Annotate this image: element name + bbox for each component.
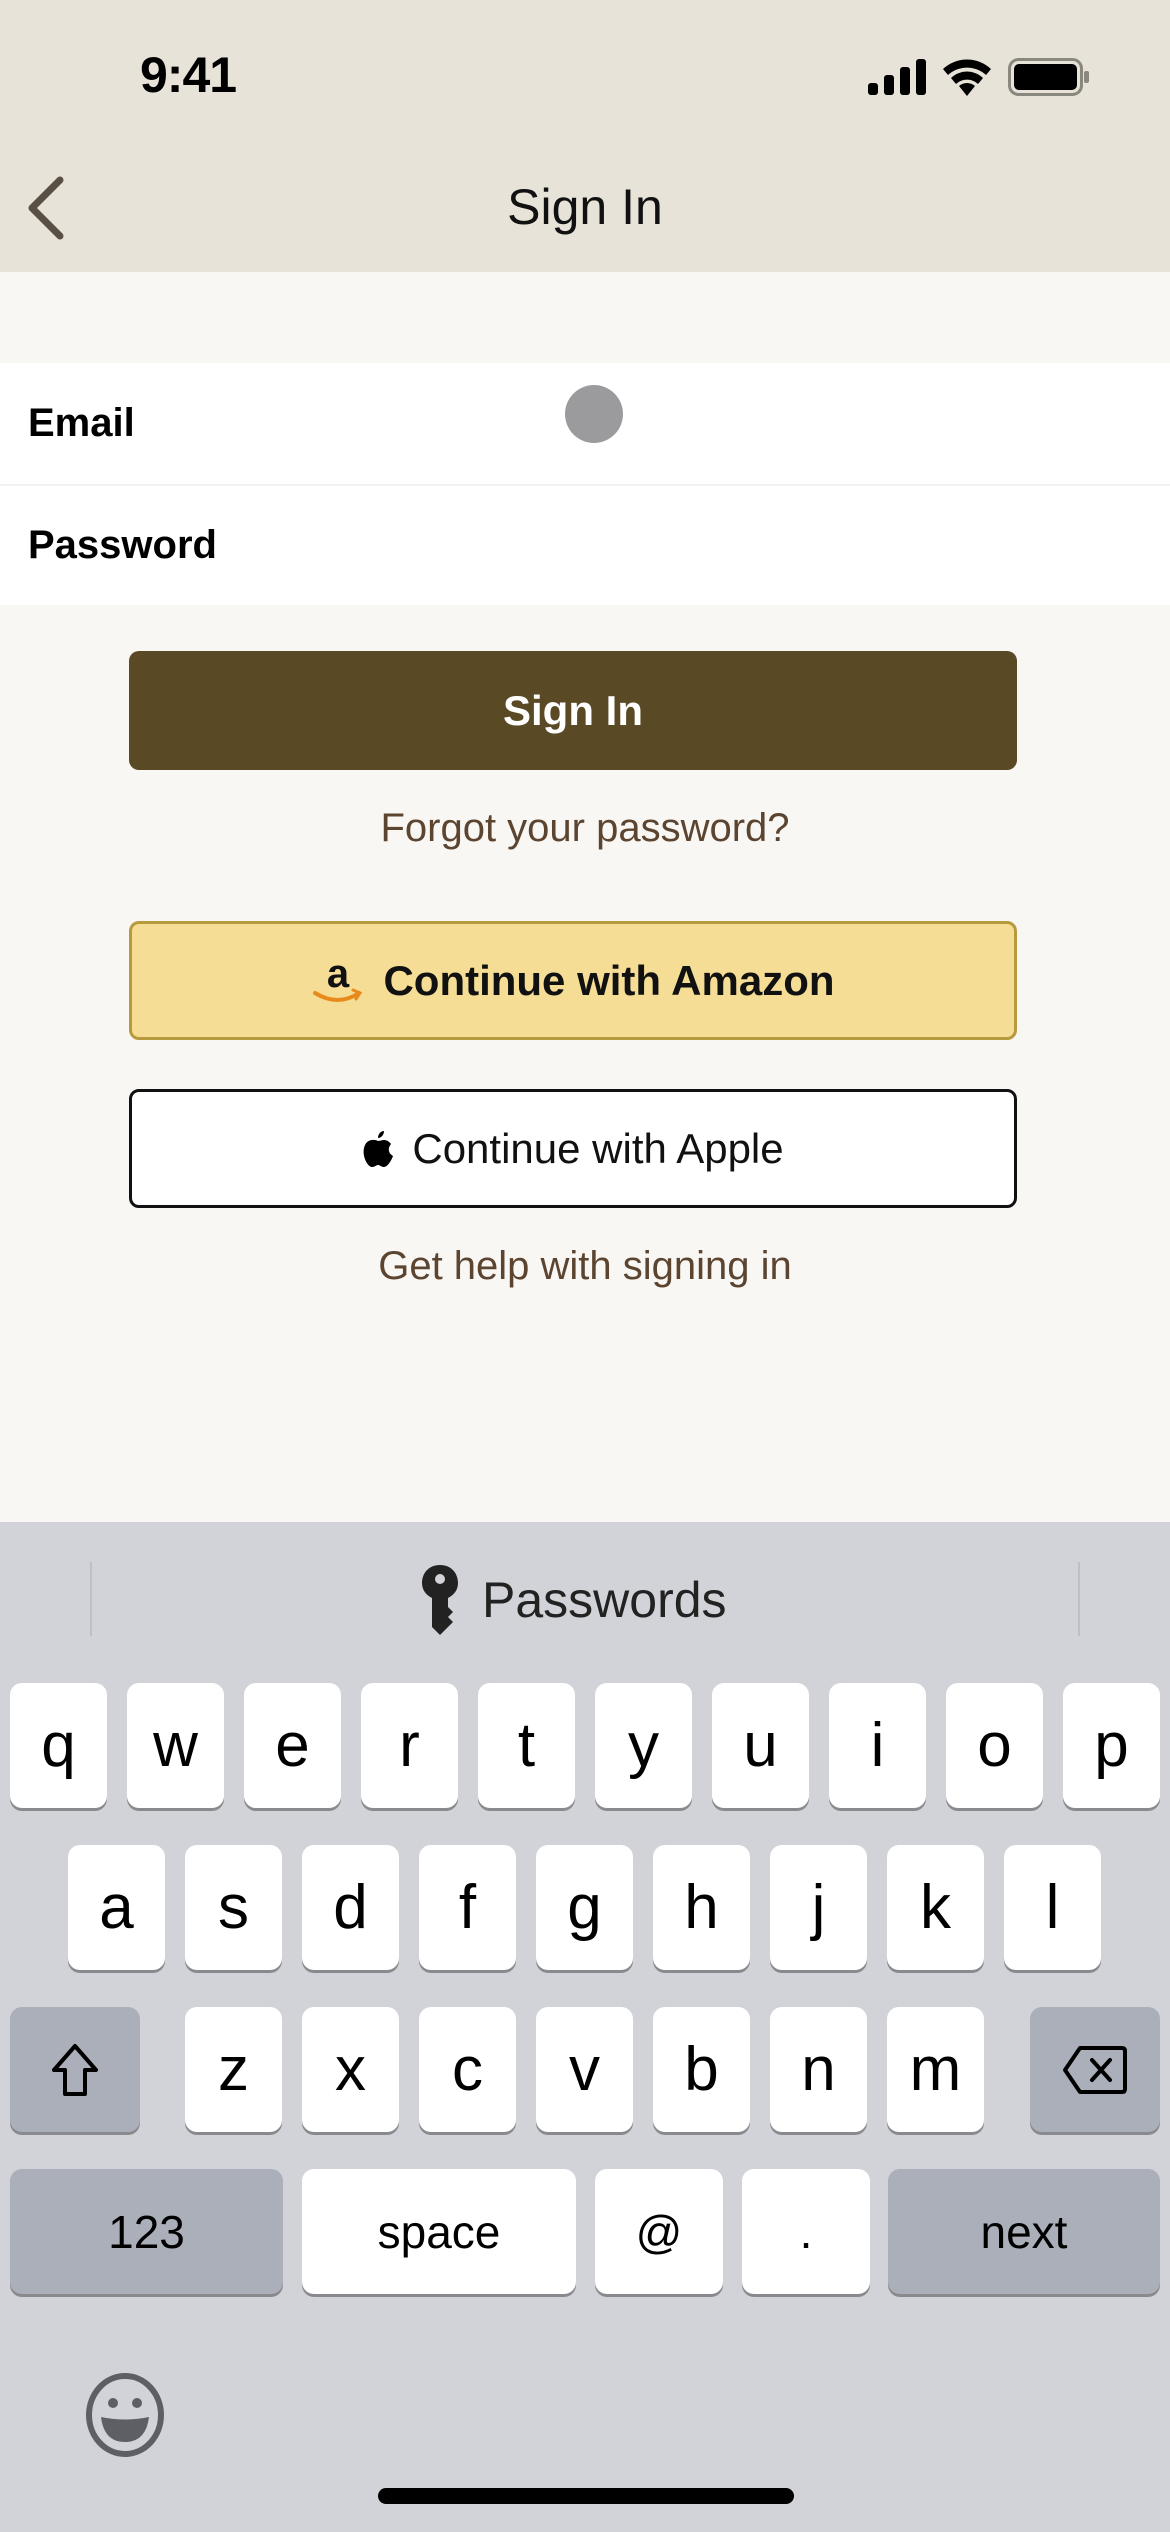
- key-a[interactable]: a: [68, 1845, 165, 1970]
- key-w[interactable]: w: [127, 1683, 224, 1808]
- password-label: Password: [28, 523, 217, 567]
- key-u[interactable]: u: [712, 1683, 809, 1808]
- password-field[interactable]: [288, 486, 1170, 605]
- space-key[interactable]: space: [302, 2169, 576, 2294]
- key-v[interactable]: v: [536, 2007, 633, 2132]
- shift-icon: [52, 2043, 98, 2096]
- wifi-icon: [943, 59, 991, 96]
- get-help-link[interactable]: Get help with signing in: [0, 1244, 1170, 1289]
- divider: [1078, 1562, 1080, 1636]
- backspace-icon: [1063, 2045, 1127, 2094]
- key-q[interactable]: q: [10, 1683, 107, 1808]
- key-row-1: q w e r t y u i o p: [0, 1683, 1170, 1808]
- key-t[interactable]: t: [478, 1683, 575, 1808]
- forgot-password-link[interactable]: Forgot your password?: [0, 806, 1170, 851]
- status-icons: [868, 58, 1090, 96]
- key-k[interactable]: k: [887, 1845, 984, 1970]
- amazon-logo-icon: a: [313, 953, 363, 1002]
- touch-indicator: [565, 385, 623, 443]
- delete-key[interactable]: [1030, 2007, 1160, 2132]
- sign-in-form: Email Password: [0, 363, 1170, 605]
- dot-key[interactable]: .: [742, 2169, 870, 2294]
- battery-icon: [1008, 58, 1089, 96]
- key-b[interactable]: b: [653, 2007, 750, 2132]
- continue-with-apple-button[interactable]: Continue with Apple: [129, 1089, 1017, 1208]
- next-key[interactable]: next: [888, 2169, 1160, 2294]
- amazon-button-label: Continue with Amazon: [383, 956, 835, 1004]
- key-g[interactable]: g: [536, 1845, 633, 1970]
- email-row: Email: [0, 363, 1170, 484]
- signal-icon: [868, 59, 926, 95]
- key-c[interactable]: c: [419, 2007, 516, 2132]
- key-h[interactable]: h: [653, 1845, 750, 1970]
- key-o[interactable]: o: [946, 1683, 1043, 1808]
- key-r[interactable]: r: [361, 1683, 458, 1808]
- page-title: Sign In: [507, 179, 663, 235]
- apple-button-label: Continue with Apple: [412, 1124, 784, 1172]
- key-j[interactable]: j: [770, 1845, 867, 1970]
- divider: [90, 1562, 92, 1636]
- key-p[interactable]: p: [1063, 1683, 1160, 1808]
- key-row-3: z x c v b n m: [0, 2007, 1170, 2132]
- key-f[interactable]: f: [419, 1845, 516, 1970]
- shift-key[interactable]: [10, 2007, 140, 2132]
- key-row-4: 123 space @ . next: [0, 2169, 1170, 2294]
- at-key[interactable]: @: [595, 2169, 723, 2294]
- svg-text:a: a: [327, 953, 350, 996]
- continue-with-amazon-button[interactable]: a Continue with Amazon: [129, 921, 1017, 1040]
- key-e[interactable]: e: [244, 1683, 341, 1808]
- passwords-button[interactable]: Passwords: [420, 1560, 727, 1640]
- key-x[interactable]: x: [302, 2007, 399, 2132]
- key-icon: [422, 1565, 458, 1635]
- key-l[interactable]: l: [1004, 1845, 1101, 1970]
- passwords-bar: Passwords: [0, 1522, 1170, 1672]
- key-y[interactable]: y: [595, 1683, 692, 1808]
- email-label: Email: [28, 401, 135, 445]
- key-row-2: a s d f g h j k l: [0, 1845, 1170, 1970]
- passwords-label: Passwords: [482, 1572, 727, 1628]
- key-i[interactable]: i: [829, 1683, 926, 1808]
- header: 9:41 Sign In: [0, 0, 1170, 272]
- key-m[interactable]: m: [887, 2007, 984, 2132]
- sign-in-button[interactable]: Sign In: [129, 651, 1017, 770]
- apple-logo-icon: [363, 1130, 394, 1167]
- keyboard: Passwords q w e r t y u i o p a s d f g …: [0, 1522, 1170, 2532]
- numbers-key[interactable]: 123: [10, 2169, 283, 2294]
- email-field[interactable]: [288, 363, 1170, 484]
- emoji-icon: [86, 2373, 164, 2457]
- home-indicator[interactable]: [378, 2488, 794, 2504]
- key-d[interactable]: d: [302, 1845, 399, 1970]
- emoji-key[interactable]: [80, 2370, 170, 2460]
- password-row: Password: [0, 484, 1170, 605]
- status-time: 9:41: [140, 47, 237, 103]
- key-n[interactable]: n: [770, 2007, 867, 2132]
- sign-in-button-label: Sign In: [503, 686, 643, 734]
- key-s[interactable]: s: [185, 1845, 282, 1970]
- key-z[interactable]: z: [185, 2007, 282, 2132]
